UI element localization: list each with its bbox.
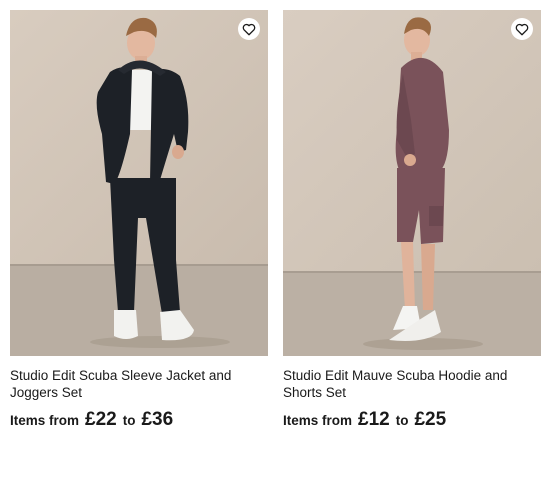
product-image[interactable]	[283, 10, 541, 356]
price-row: Items from £12 to £25	[283, 409, 541, 431]
price-to: £36	[141, 409, 174, 430]
product-photo-jacket-joggers	[10, 10, 268, 356]
wishlist-button[interactable]	[238, 18, 260, 40]
price-from: £22	[85, 409, 117, 430]
wishlist-button[interactable]	[511, 18, 533, 40]
heart-icon	[242, 23, 256, 35]
price-row: Items from £22 to £36	[10, 409, 268, 431]
price-label: Items from	[10, 413, 80, 428]
product-card[interactable]: Studio Edit Mauve Scuba Hoodie and Short…	[283, 10, 541, 431]
price-to-word: to	[122, 413, 136, 428]
product-image[interactable]	[10, 10, 268, 356]
product-title[interactable]: Studio Edit Mauve Scuba Hoodie and Short…	[283, 367, 541, 401]
product-title[interactable]: Studio Edit Scuba Sleeve Jacket and Jogg…	[10, 367, 268, 401]
price-label: Items from	[283, 413, 353, 428]
product-photo-hoodie-shorts	[283, 10, 541, 356]
price-to-word: to	[395, 413, 409, 428]
price-to: £25	[414, 409, 447, 430]
price-from: £12	[358, 409, 390, 430]
heart-icon	[515, 23, 529, 35]
product-card[interactable]: Studio Edit Scuba Sleeve Jacket and Jogg…	[10, 10, 268, 431]
